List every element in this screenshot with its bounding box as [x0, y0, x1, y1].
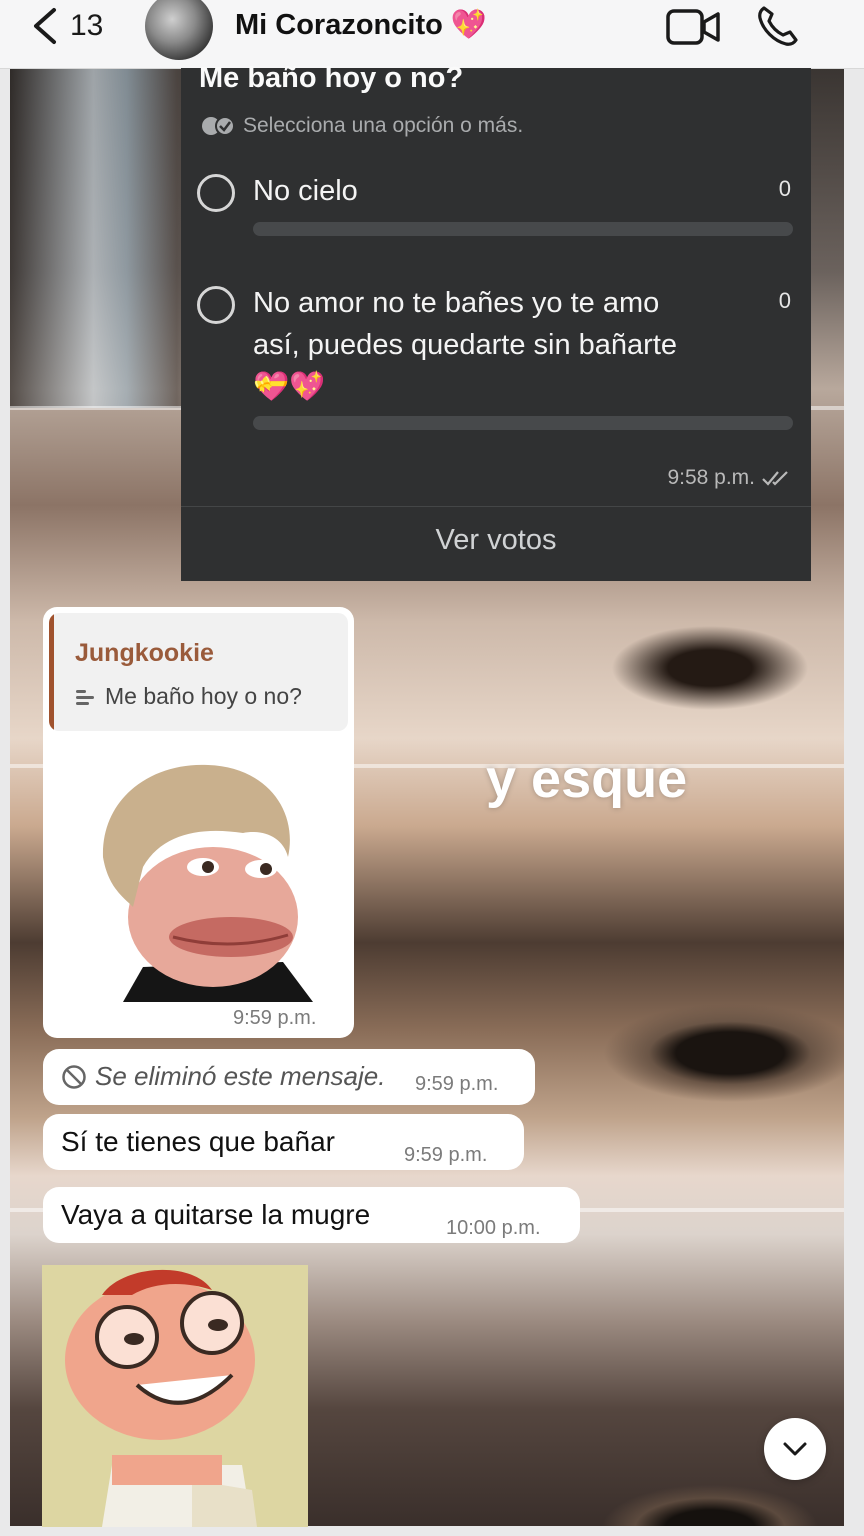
- chevron-left-icon: [34, 8, 56, 44]
- message-timestamp: 9:59 p.m.: [404, 1144, 488, 1166]
- quote-accent-bar: [49, 613, 54, 731]
- chevron-down-icon: [783, 1442, 807, 1456]
- message-timestamp: 9:59 p.m.: [415, 1073, 499, 1095]
- quoted-message[interactable]: Jungkookie Me baño hoy o no?: [49, 613, 348, 731]
- divider: [181, 506, 811, 507]
- poll-option-count: 0: [778, 176, 791, 201]
- back-button[interactable]: 13: [28, 6, 103, 46]
- sticker-reply-message[interactable]: Jungkookie Me baño hoy o no? 9:59 p.m.: [43, 607, 354, 1038]
- poll-icon: [76, 689, 94, 705]
- quoted-sender: Jungkookie: [75, 639, 214, 667]
- message-timestamp: 10:00 p.m.: [446, 1217, 541, 1239]
- double-check-icon: [762, 471, 788, 486]
- deleted-message[interactable]: Se eliminó este mensaje. 9:59 p.m.: [43, 1049, 535, 1105]
- poll-option-label: No cielo: [253, 175, 358, 207]
- poll-option[interactable]: No amor no te bañes yo te amo así, puede…: [197, 282, 797, 432]
- phone-call-icon[interactable]: [756, 4, 800, 48]
- video-call-icon[interactable]: [666, 8, 720, 46]
- poll-option-count: 0: [778, 288, 791, 313]
- message-text: Vaya a quitarse la mugre: [61, 1199, 371, 1230]
- poll-question: Me baño hoy o no?: [199, 62, 464, 94]
- face-sticker[interactable]: [83, 757, 323, 1002]
- view-votes-button[interactable]: Ver votos: [181, 524, 811, 557]
- cartoon-sticker[interactable]: [42, 1265, 308, 1527]
- radio-button[interactable]: [197, 174, 235, 212]
- text-message[interactable]: Sí te tienes que bañar 9:59 p.m.: [43, 1114, 524, 1170]
- poll-message: Me baño hoy o no? Selecciona una opción …: [181, 62, 811, 581]
- message-text: Se eliminó este mensaje.: [95, 1061, 386, 1091]
- radio-button[interactable]: [197, 286, 235, 324]
- message-timestamp: 9:59 p.m.: [233, 1007, 317, 1029]
- message-text: Sí te tienes que bañar: [61, 1126, 335, 1157]
- poll-option-bar: [253, 222, 793, 236]
- scroll-down-button[interactable]: [764, 1418, 826, 1480]
- poll-option-label: No amor no te bañes yo te amo así, puede…: [253, 287, 678, 403]
- avatar[interactable]: [145, 0, 213, 60]
- text-message[interactable]: Vaya a quitarse la mugre 10:00 p.m.: [43, 1187, 580, 1243]
- chat-header: 13 Mi Corazoncito 💖: [0, 0, 864, 69]
- poll-timestamp: 9:58 p.m.: [667, 466, 793, 490]
- prohibited-icon: [62, 1064, 86, 1089]
- double-check-icon: [202, 116, 235, 136]
- overlay-caption: y esque: [486, 749, 688, 809]
- poll-hint: Selecciona una opción o más.: [201, 114, 523, 138]
- poll-option[interactable]: No cielo 0: [197, 170, 797, 240]
- chat-title[interactable]: Mi Corazoncito 💖: [235, 8, 487, 42]
- unread-count: 13: [70, 9, 104, 42]
- cartoon-sticker-art: [42, 1265, 308, 1527]
- poll-option-bar: [253, 416, 793, 430]
- quoted-text: Me baño hoy o no?: [75, 683, 302, 710]
